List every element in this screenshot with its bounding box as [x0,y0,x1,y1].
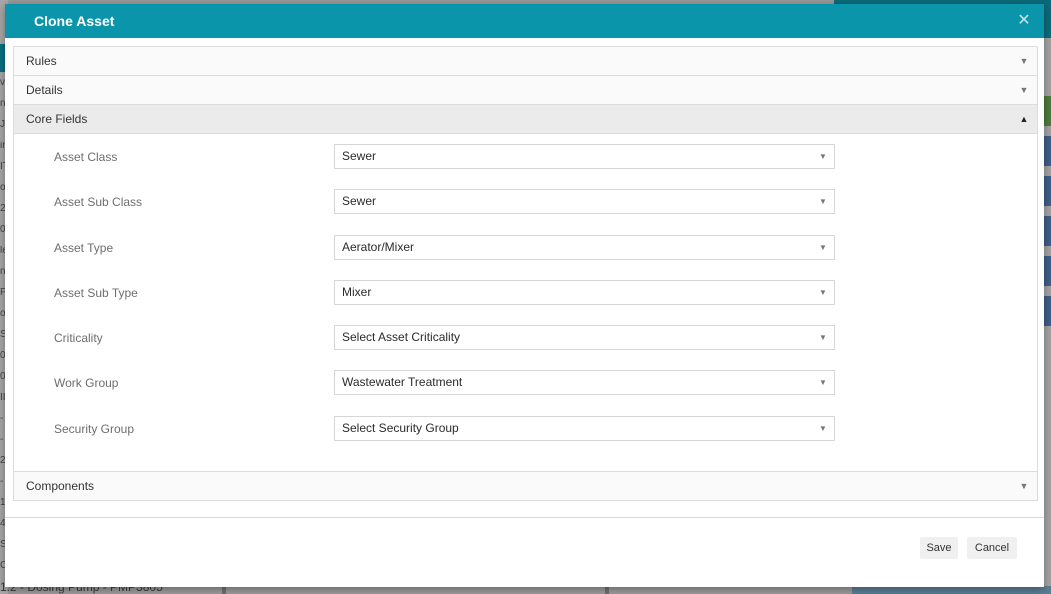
caret-down-icon: ▼ [1019,85,1029,95]
caret-down-icon: ▼ [1019,481,1029,491]
criticality-select[interactable]: Select Asset Criticality ▼ [334,325,835,350]
asset-sub-class-value: Sewer [342,194,377,208]
save-button[interactable]: Save [920,537,958,559]
work-group-value: Wastewater Treatment [342,375,463,389]
asset-sub-type-select[interactable]: Mixer ▼ [334,280,835,305]
security-group-select[interactable]: Select Security Group ▼ [334,416,835,441]
dialog-header: Clone Asset ✕ [5,4,1044,38]
criticality-value: Select Asset Criticality [342,330,461,344]
caret-up-icon: ▲ [1019,114,1029,124]
field-label-asset-sub-class: Asset Sub Class [54,195,143,209]
accordion: Rules ▼ Details ▼ Core Fields ▲ Asset Cl… [13,46,1038,501]
asset-type-value: Aerator/Mixer [342,240,415,254]
background-right-block [1044,256,1051,286]
background-right-block [1044,96,1051,126]
section-rules-label: Rules [26,54,57,68]
section-rules[interactable]: Rules ▼ [14,47,1037,76]
work-group-select[interactable]: Wastewater Treatment ▼ [334,370,835,395]
section-details-label: Details [26,83,63,97]
background-right-block [1044,176,1051,206]
asset-sub-type-value: Mixer [342,285,372,299]
asset-type-select[interactable]: Aerator/Mixer ▼ [334,235,835,260]
field-label-security-group: Security Group [54,422,135,436]
dialog-title: Clone Asset [34,13,115,29]
field-label-work-group: Work Group [54,376,119,390]
section-core-fields[interactable]: Core Fields ▲ [14,105,1037,134]
background-divider [605,586,609,594]
field-label-asset-sub-type: Asset Sub Type [54,286,138,300]
caret-down-icon: ▼ [819,424,827,433]
footer-divider [5,517,1044,518]
background-right-block [1044,296,1051,326]
background-right-block [1044,216,1051,246]
background-bottom-strip [852,586,1051,594]
field-label-asset-type: Asset Type [54,241,114,255]
background-right-block [1044,136,1051,166]
cancel-button[interactable]: Cancel [967,537,1017,559]
caret-down-icon: ▼ [819,152,827,161]
caret-down-icon: ▼ [819,378,827,387]
field-label-criticality: Criticality [54,331,103,345]
section-details[interactable]: Details ▼ [14,76,1037,105]
close-icon[interactable]: ✕ [1016,11,1032,31]
section-components-label: Components [26,479,95,493]
clone-asset-dialog: Clone Asset ✕ Rules ▼ Details ▼ Core Fie… [5,4,1044,587]
caret-down-icon: ▼ [1019,56,1029,66]
section-core-fields-label: Core Fields [26,112,88,126]
caret-down-icon: ▼ [819,197,827,206]
core-fields-panel: Asset Class Sewer ▼ Asset Sub Class Sewe… [14,134,1037,472]
caret-down-icon: ▼ [819,288,827,297]
field-label-asset-class: Asset Class [54,150,118,164]
caret-down-icon: ▼ [819,333,827,342]
background-divider [222,586,226,594]
asset-class-select[interactable]: Sewer ▼ [334,144,835,169]
caret-down-icon: ▼ [819,243,827,252]
security-group-value: Select Security Group [342,421,459,435]
asset-sub-class-select[interactable]: Sewer ▼ [334,189,835,214]
asset-class-value: Sewer [342,149,377,163]
section-components[interactable]: Components ▼ [14,472,1037,501]
